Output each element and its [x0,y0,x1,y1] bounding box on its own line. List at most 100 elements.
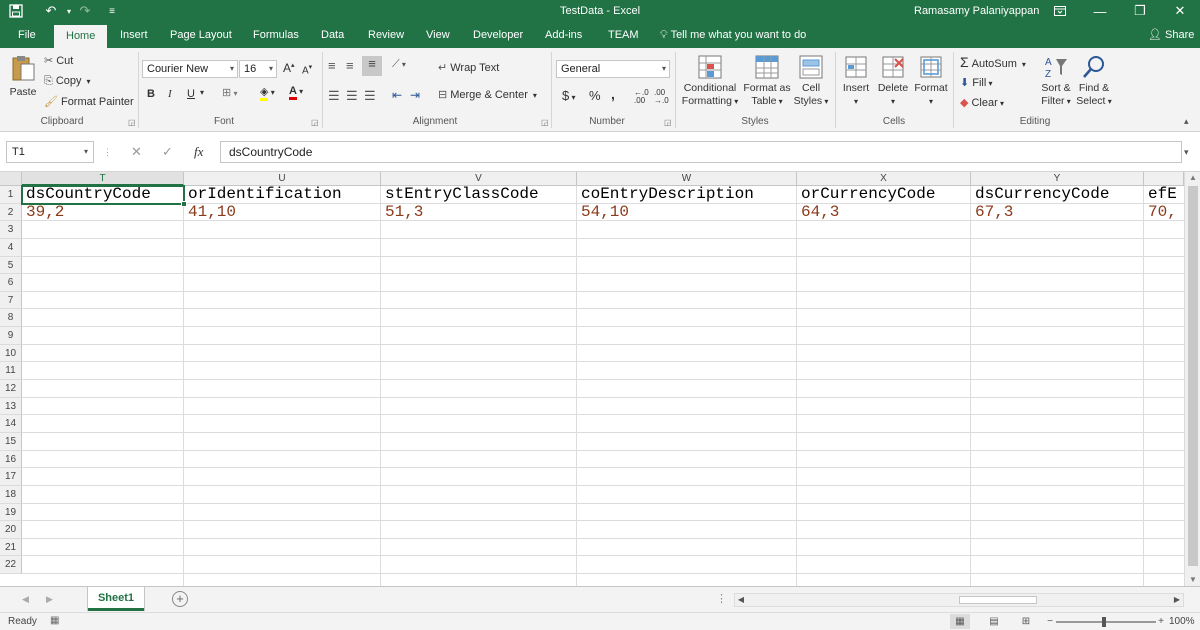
row-header[interactable]: 16 [0,450,22,469]
cell-y1[interactable]: dsCurrencyCode [971,186,1144,204]
align-right-icon[interactable]: ☰ [364,88,376,104]
row-header[interactable]: 15 [0,432,22,451]
decrease-decimal-icon[interactable]: .00 →.0 [654,89,669,105]
horizontal-scrollbar[interactable]: ◀ ▶ [734,593,1184,607]
align-middle-icon[interactable]: ≡ [346,58,354,73]
decrease-font-size-icon[interactable]: A▾ [302,63,312,76]
font-color-icon[interactable]: A ▾ [289,85,303,100]
tab-add-ins[interactable]: Add-ins [537,22,590,48]
column-header[interactable] [1144,172,1184,186]
chevron-down-icon[interactable]: ▾ [200,88,204,97]
macro-recording-icon[interactable]: ▦ [50,615,59,626]
italic-button[interactable]: I [168,88,172,100]
bold-button[interactable]: B [147,88,155,100]
cell-v2[interactable]: 51,3 [381,204,577,222]
scroll-down-icon[interactable]: ▼ [1185,574,1200,586]
find-select-button[interactable]: Find & Select ▾ [1076,54,1112,108]
alignment-launcher-icon[interactable]: ◲ [541,118,549,127]
cell-t1[interactable]: dsCountryCode [22,186,184,204]
row-header[interactable]: 22 [0,556,22,575]
horizontal-scroll-thumb[interactable] [959,596,1037,604]
row-header[interactable]: 12 [0,380,22,398]
column-header[interactable]: Y [971,172,1144,186]
merge-center-button[interactable]: ⊟ Merge & Center ▾ [438,88,537,101]
zoom-slider-knob[interactable] [1102,617,1106,627]
tab-insert[interactable]: Insert [112,22,156,48]
cell-v1[interactable]: stEntryClassCode [381,186,577,204]
align-left-icon[interactable]: ☰ [328,88,340,104]
increase-indent-icon[interactable]: ⇥ [410,88,420,102]
row-header[interactable]: 11 [0,362,22,381]
cancel-icon[interactable]: ✕ [131,141,142,163]
vertical-scrollbar[interactable]: ▲ ▼ [1184,172,1200,586]
customize-quick-access-icon[interactable]: ≡ [106,0,118,22]
row-header[interactable]: 14 [0,415,22,433]
insert-function-icon[interactable]: fx [194,141,203,163]
insert-cells-button[interactable]: Insert ▾ [840,54,872,108]
copy-button[interactable]: ⎘ Copy ▾ [44,75,91,88]
tab-formulas[interactable]: Formulas [245,22,307,48]
scroll-left-icon[interactable]: ◀ [735,594,747,606]
worksheet-grid[interactable]: T U V W X Y 1 2 3 4 5 6 7 8 9 10 11 12 13 14 15 16 17 18 19 20 21 2… [0,172,1184,586]
undo-dropdown-icon[interactable]: ▾ [64,0,74,22]
scroll-up-icon[interactable]: ▲ [1185,172,1200,184]
sort-filter-button[interactable]: AZ Sort & Filter ▾ [1038,54,1074,108]
restore-icon[interactable]: ❐ [1120,0,1160,22]
row-header[interactable]: 13 [0,397,22,416]
align-top-icon[interactable]: ≡ [328,58,336,73]
row-header[interactable]: 5 [0,256,22,275]
sheet-tab-sheet1[interactable]: Sheet1 [88,587,144,611]
row-header[interactable]: 19 [0,503,22,522]
number-format-select[interactable]: General ▾ [556,60,670,78]
align-bottom-icon[interactable]: ≡ [362,56,382,76]
tab-file[interactable]: File [10,22,44,48]
cell-x2[interactable]: 64,3 [797,204,971,222]
cell-styles-button[interactable]: Cell Styles ▾ [792,54,830,108]
format-painter-button[interactable]: 🖌︎ Format Painter [44,95,134,108]
tab-home[interactable]: Home [54,25,108,48]
enter-icon[interactable]: ✓ [162,141,173,163]
expand-formula-bar-icon[interactable]: ▾ [1184,141,1189,163]
cell-w1[interactable]: coEntryDescription [577,186,797,204]
clipboard-launcher-icon[interactable]: ◲ [128,118,136,127]
orientation-icon[interactable]: ⟋ ▾ [392,58,406,71]
tab-view[interactable]: View [418,22,458,48]
add-sheet-icon[interactable]: + [172,591,188,607]
format-cells-button[interactable]: Format ▾ [912,54,950,108]
column-header[interactable]: V [381,172,577,186]
clear-button[interactable]: ◆ Clear ▾ [960,96,1004,109]
column-header[interactable]: W [577,172,797,186]
font-launcher-icon[interactable]: ◲ [311,118,319,127]
select-all-corner[interactable] [0,172,22,186]
share-button[interactable]: 👤︎ Share [1148,22,1194,48]
format-as-table-button[interactable]: Format as Table ▾ [742,54,792,108]
cell-t2[interactable]: 39,2 [22,204,184,222]
collapse-ribbon-icon[interactable]: ▴ [1184,116,1189,127]
close-icon[interactable]: ✕ [1160,0,1200,22]
redo-icon[interactable]: ↷ [74,0,96,22]
cell-2[interactable]: 70, [1144,204,1184,222]
tab-developer[interactable]: Developer [465,22,531,48]
cell-x1[interactable]: orCurrencyCode [797,186,971,204]
column-header[interactable]: T [22,172,184,186]
delete-cells-button[interactable]: Delete ▾ [876,54,910,108]
zoom-slider[interactable] [1056,617,1156,627]
tell-me-search[interactable]: 💡︎ Tell me what you want to do [660,22,806,48]
row-header[interactable]: 20 [0,521,22,539]
minimize-icon[interactable]: — [1080,0,1120,22]
ribbon-display-options-icon[interactable] [1040,0,1080,22]
percent-button[interactable]: % [589,88,601,103]
paste-button[interactable]: Paste [6,54,40,99]
cut-button[interactable]: ✂ Cut [44,54,73,67]
row-header[interactable]: 21 [0,538,22,557]
zoom-level[interactable]: 100% [1169,613,1195,630]
previous-sheet-icon[interactable]: ◀ [22,587,29,613]
cell-w2[interactable]: 54,10 [577,204,797,222]
cell-1[interactable]: efE [1144,186,1184,204]
page-layout-view-icon[interactable]: ▤ [984,614,1004,629]
decrease-indent-icon[interactable]: ⇤ [392,88,402,102]
next-sheet-icon[interactable]: ▶ [46,587,53,613]
row-header[interactable]: 18 [0,485,22,504]
page-break-preview-icon[interactable]: ⊞ [1016,614,1036,629]
row-header[interactable]: 6 [0,274,22,292]
